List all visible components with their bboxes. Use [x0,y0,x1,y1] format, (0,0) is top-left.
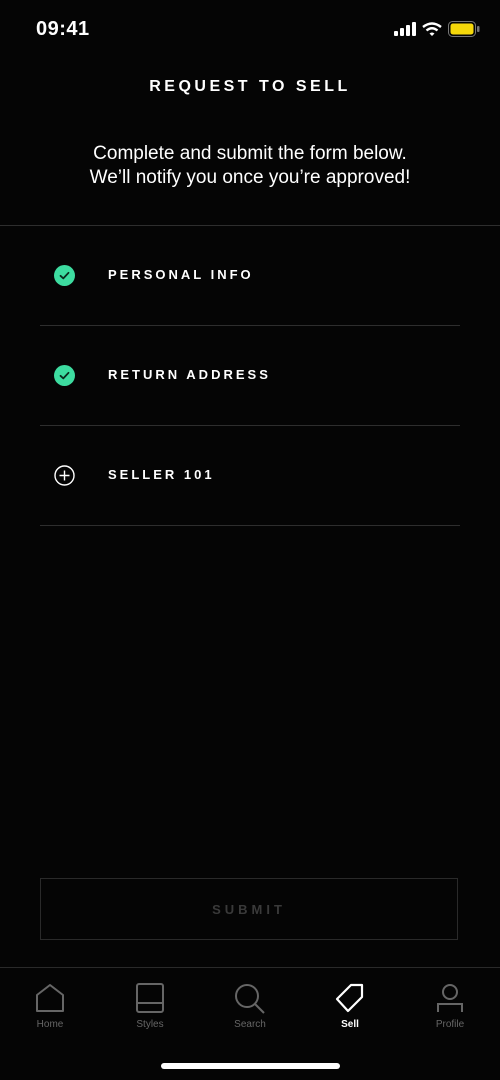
step-seller-101[interactable]: SELLER 101 [40,425,460,526]
step-return-address[interactable]: RETURN ADDRESS [40,325,460,426]
step-label: SELLER 101 [108,467,215,482]
tag-icon [335,983,364,1013]
status-time: 09:41 [36,18,90,40]
home-icon [36,984,64,1012]
signal-icon [394,22,416,36]
tab-sell[interactable]: Sell [300,983,400,1030]
battery-icon [448,21,480,37]
tab-label: Styles [136,1019,164,1030]
profile-icon [437,984,463,1012]
check-circle-icon [54,365,75,386]
subtitle-line-1: Complete and submit the form below. [93,143,407,164]
status-icons [394,21,480,37]
tabbar-divider [0,967,500,968]
search-icon [235,984,265,1014]
tab-profile[interactable]: Profile [400,983,500,1030]
step-personal-info[interactable]: PERSONAL INFO [40,225,460,326]
subtitle-line-2: We’ll notify you once you’re approved! [89,167,411,188]
page-subtitle: Complete and submit the form below. We’l… [0,142,500,190]
tab-label: Search [234,1019,266,1030]
submit-button[interactable]: SUBMIT [40,878,458,940]
step-label: PERSONAL INFO [108,267,254,282]
tab-styles[interactable]: Styles [100,983,200,1030]
wifi-icon [422,21,442,36]
tab-label: Profile [435,1019,465,1030]
plus-circle-icon [54,465,75,486]
check-circle-icon [54,265,75,286]
page-title: REQUEST TO SELL [149,78,351,95]
status-bar: 09:41 [0,0,500,60]
styles-icon [136,983,164,1013]
tab-search[interactable]: Search [200,983,300,1030]
step-label: RETURN ADDRESS [108,367,271,382]
tab-home[interactable]: Home [0,983,100,1030]
tab-label: Sell [341,1019,359,1030]
tab-label: Home [36,1019,64,1030]
home-indicator [161,1063,340,1069]
